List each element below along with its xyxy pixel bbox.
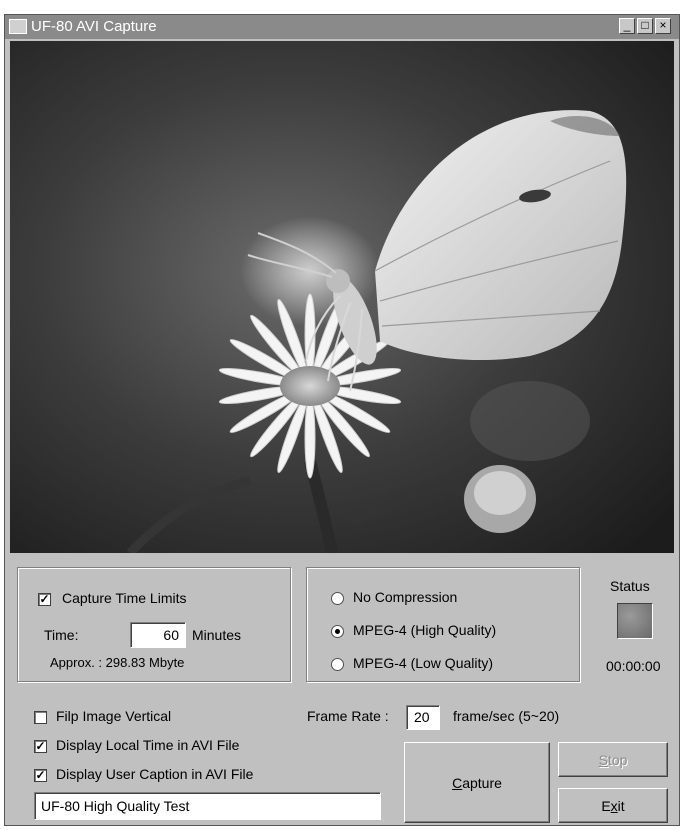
frame-rate-label: Frame Rate : (307, 708, 389, 724)
video-preview (10, 41, 674, 553)
status-label: Status (610, 578, 650, 594)
stop-button-mnemonic: S (598, 751, 608, 768)
user-caption-value: UF-80 High Quality Test (41, 798, 190, 814)
capture-button-label: apture (462, 774, 502, 791)
exit-button-mnemonic: x (610, 797, 618, 814)
frame-rate-input[interactable]: 20 (406, 705, 440, 730)
window-title: UF-80 AVI Capture (31, 18, 157, 35)
app-window: UF-80 AVI Capture _ □ × ✓ Capture Time L… (4, 14, 680, 826)
close-button[interactable]: × (655, 18, 671, 34)
butterfly-preview-image (10, 41, 674, 553)
time-input[interactable]: 60 (130, 622, 186, 648)
no-compression-label: No Compression (353, 589, 458, 605)
capture-time-limits-label: Capture Time Limits (62, 590, 187, 606)
capture-button-mnemonic: C (452, 774, 463, 791)
flip-image-checkbox[interactable] (34, 711, 47, 724)
user-caption-input[interactable]: UF-80 High Quality Test (34, 792, 381, 820)
elapsed-time: 00:00:00 (606, 658, 661, 674)
minimize-button[interactable]: _ (619, 18, 635, 34)
stop-button-label: top (607, 751, 628, 768)
status-indicator-light (617, 603, 653, 639)
display-user-caption-label: Display User Caption in AVI File (56, 766, 254, 782)
flip-image-label: Filp Image Vertical (56, 708, 172, 724)
capture-button[interactable]: Capture (404, 742, 550, 823)
display-local-time-checkbox[interactable]: ✓ (34, 740, 47, 753)
exit-button-prefix: E (601, 797, 611, 814)
frame-rate-unit: frame/sec (5~20) (453, 708, 560, 724)
mpeg4-low-quality-radio[interactable] (331, 658, 344, 671)
title-bar[interactable]: UF-80 AVI Capture _ □ × (5, 15, 679, 39)
compression-group: No Compression MPEG-4 (High Quality) MPE… (306, 567, 580, 682)
mpeg4-high-quality-radio[interactable] (331, 625, 344, 638)
time-input-value: 60 (163, 627, 179, 643)
stop-button[interactable]: Stop (558, 742, 668, 777)
maximize-button[interactable]: □ (637, 18, 653, 34)
mpeg4-high-quality-label: MPEG-4 (High Quality) (353, 622, 497, 638)
exit-button-label: it (617, 797, 625, 814)
display-local-time-label: Display Local Time in AVI File (56, 737, 240, 753)
display-user-caption-checkbox[interactable]: ✓ (34, 769, 47, 782)
app-icon (9, 19, 27, 34)
approx-size-text: Approx. : 298.83 Mbyte (50, 655, 185, 670)
mpeg4-low-quality-label: MPEG-4 (Low Quality) (353, 655, 494, 671)
capture-time-group: ✓ Capture Time Limits Time: 60 Minutes A… (17, 567, 291, 682)
no-compression-radio[interactable] (331, 592, 344, 605)
time-label: Time: (44, 627, 79, 643)
frame-rate-value: 20 (414, 709, 430, 725)
time-unit-label: Minutes (192, 627, 242, 643)
capture-time-limits-checkbox[interactable]: ✓ (38, 593, 51, 606)
exit-button[interactable]: Ex it (558, 788, 668, 823)
